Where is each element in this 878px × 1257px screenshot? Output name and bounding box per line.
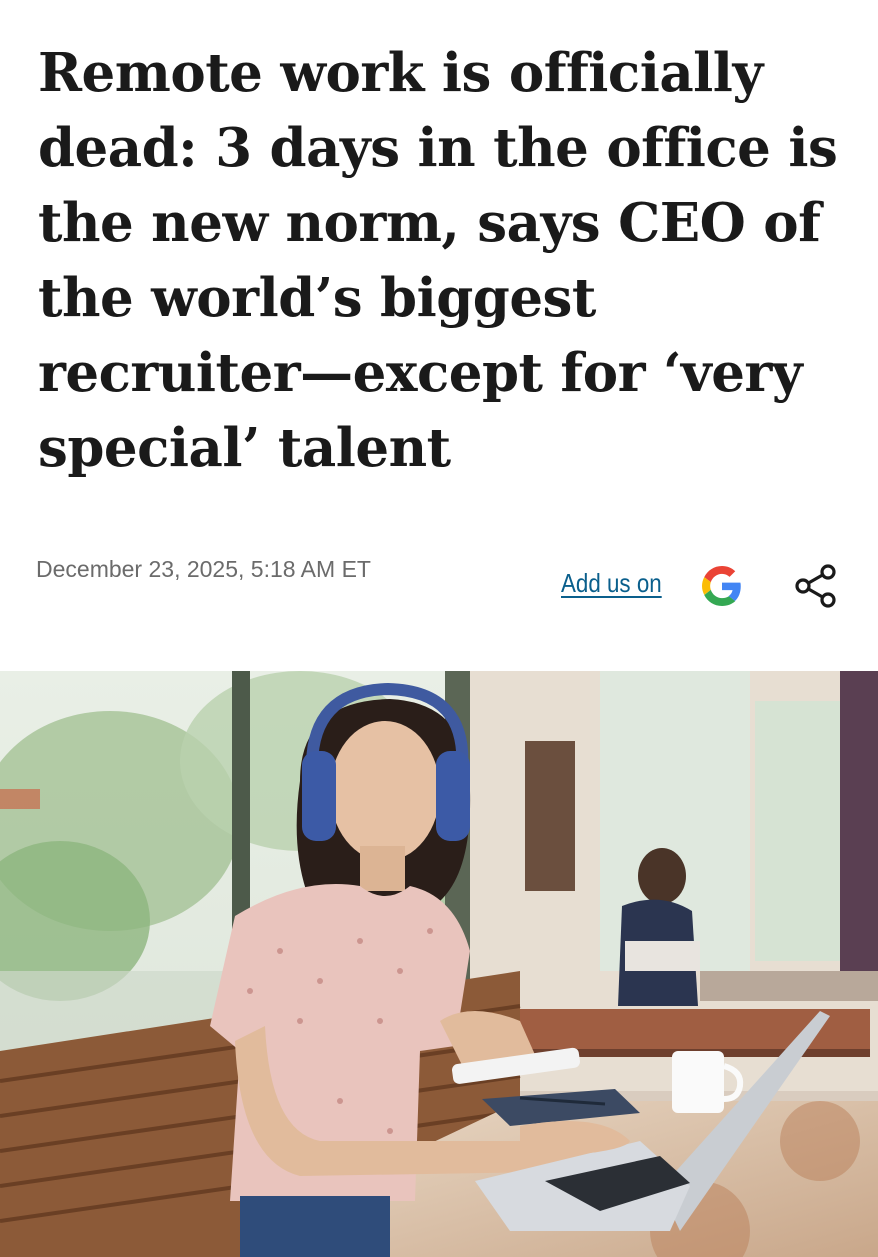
- share-icon[interactable]: [792, 562, 840, 610]
- add-us-on-google-link[interactable]: Add us on: [561, 568, 662, 599]
- hero-photo-illustration: [0, 671, 878, 1257]
- google-g-icon[interactable]: [702, 566, 742, 606]
- article-headline: Remote work is officially dead: 3 days i…: [38, 42, 838, 479]
- hero-image: [0, 671, 878, 1257]
- article-dateline: December 23, 2025, 5:18 AM ET: [36, 556, 371, 582]
